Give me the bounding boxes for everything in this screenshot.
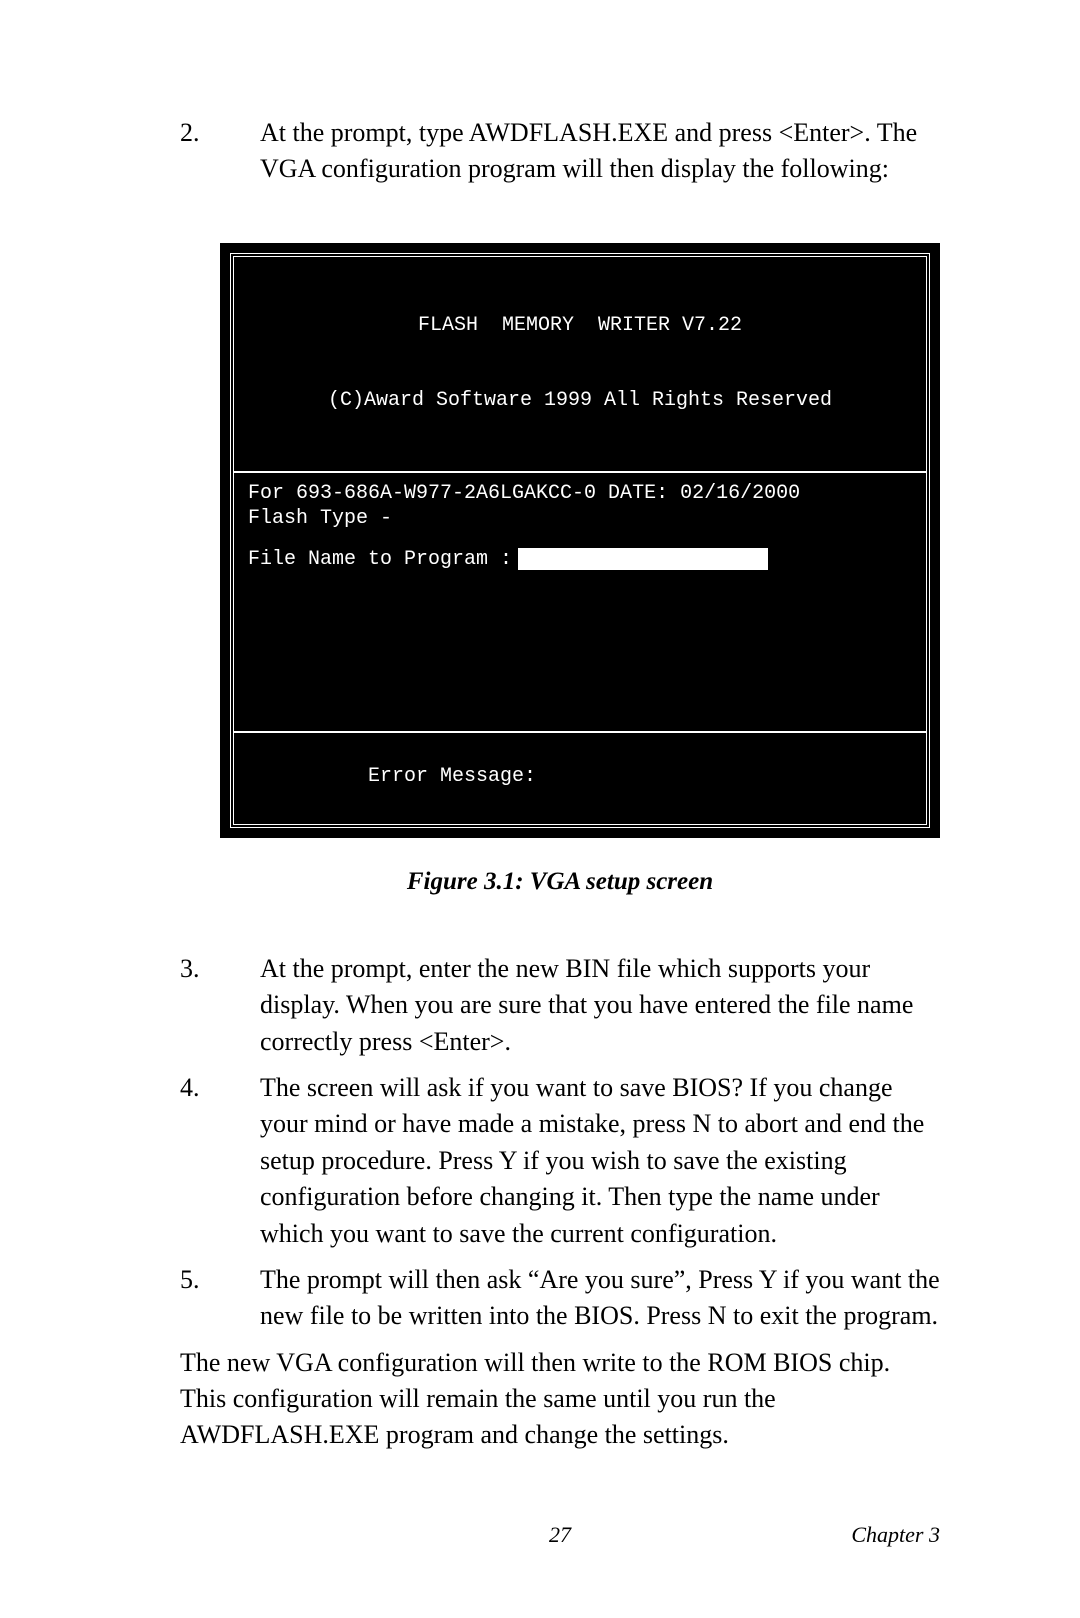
bios-info-line-1: For 693-686A-W977-2A6LGAKCC-0 DATE: 02/1… <box>248 481 912 506</box>
bios-input-row: File Name to Program : <box>248 547 912 572</box>
bios-header: FLASH MEMORY WRITER V7.22 (C)Award Softw… <box>234 257 926 473</box>
list-item-step-5: 5. The prompt will then ask “Are you sur… <box>180 1262 940 1335</box>
bios-outer-frame: FLASH MEMORY WRITER V7.22 (C)Award Softw… <box>220 243 940 838</box>
file-name-input[interactable] <box>518 548 768 570</box>
list-item-step-4: 4. The screen will ask if you want to sa… <box>180 1070 940 1252</box>
bios-body: For 693-686A-W977-2A6LGAKCC-0 DATE: 02/1… <box>234 473 926 733</box>
closing-paragraph: The new VGA configuration will then writ… <box>180 1345 940 1454</box>
bios-title-line-1: FLASH MEMORY WRITER V7.22 <box>248 313 912 338</box>
bios-screenshot: FLASH MEMORY WRITER V7.22 (C)Award Softw… <box>220 243 940 838</box>
bios-info-line-2: Flash Type - <box>248 506 912 531</box>
bios-error-label: Error Message: <box>368 765 536 788</box>
step-number: 5. <box>180 1262 260 1335</box>
list-item-step-2: 2. At the prompt, type AWDFLASH.EXE and … <box>180 115 940 188</box>
step-number: 4. <box>180 1070 260 1252</box>
list-item-step-3: 3. At the prompt, enter the new BIN file… <box>180 951 940 1060</box>
figure-caption: Figure 3.1: VGA setup screen <box>180 868 940 896</box>
page-footer: 27 Chapter 3 <box>180 1522 940 1548</box>
chapter-label: Chapter 3 <box>851 1522 940 1548</box>
bios-input-label: File Name to Program : <box>248 547 512 572</box>
step-text: The prompt will then ask “Are you sure”,… <box>260 1262 940 1335</box>
bios-title-line-2: (C)Award Software 1999 All Rights Reserv… <box>248 388 912 413</box>
bios-footer: Error Message: <box>234 733 926 824</box>
step-text: The screen will ask if you want to save … <box>260 1070 940 1252</box>
step-text: At the prompt, type AWDFLASH.EXE and pre… <box>260 115 940 188</box>
bios-frame: FLASH MEMORY WRITER V7.22 (C)Award Softw… <box>230 253 930 828</box>
step-text: At the prompt, enter the new BIN file wh… <box>260 951 940 1060</box>
page-number: 27 <box>549 1522 571 1548</box>
step-number: 2. <box>180 115 260 188</box>
page: 2. At the prompt, type AWDFLASH.EXE and … <box>0 0 1080 1618</box>
step-number: 3. <box>180 951 260 1060</box>
